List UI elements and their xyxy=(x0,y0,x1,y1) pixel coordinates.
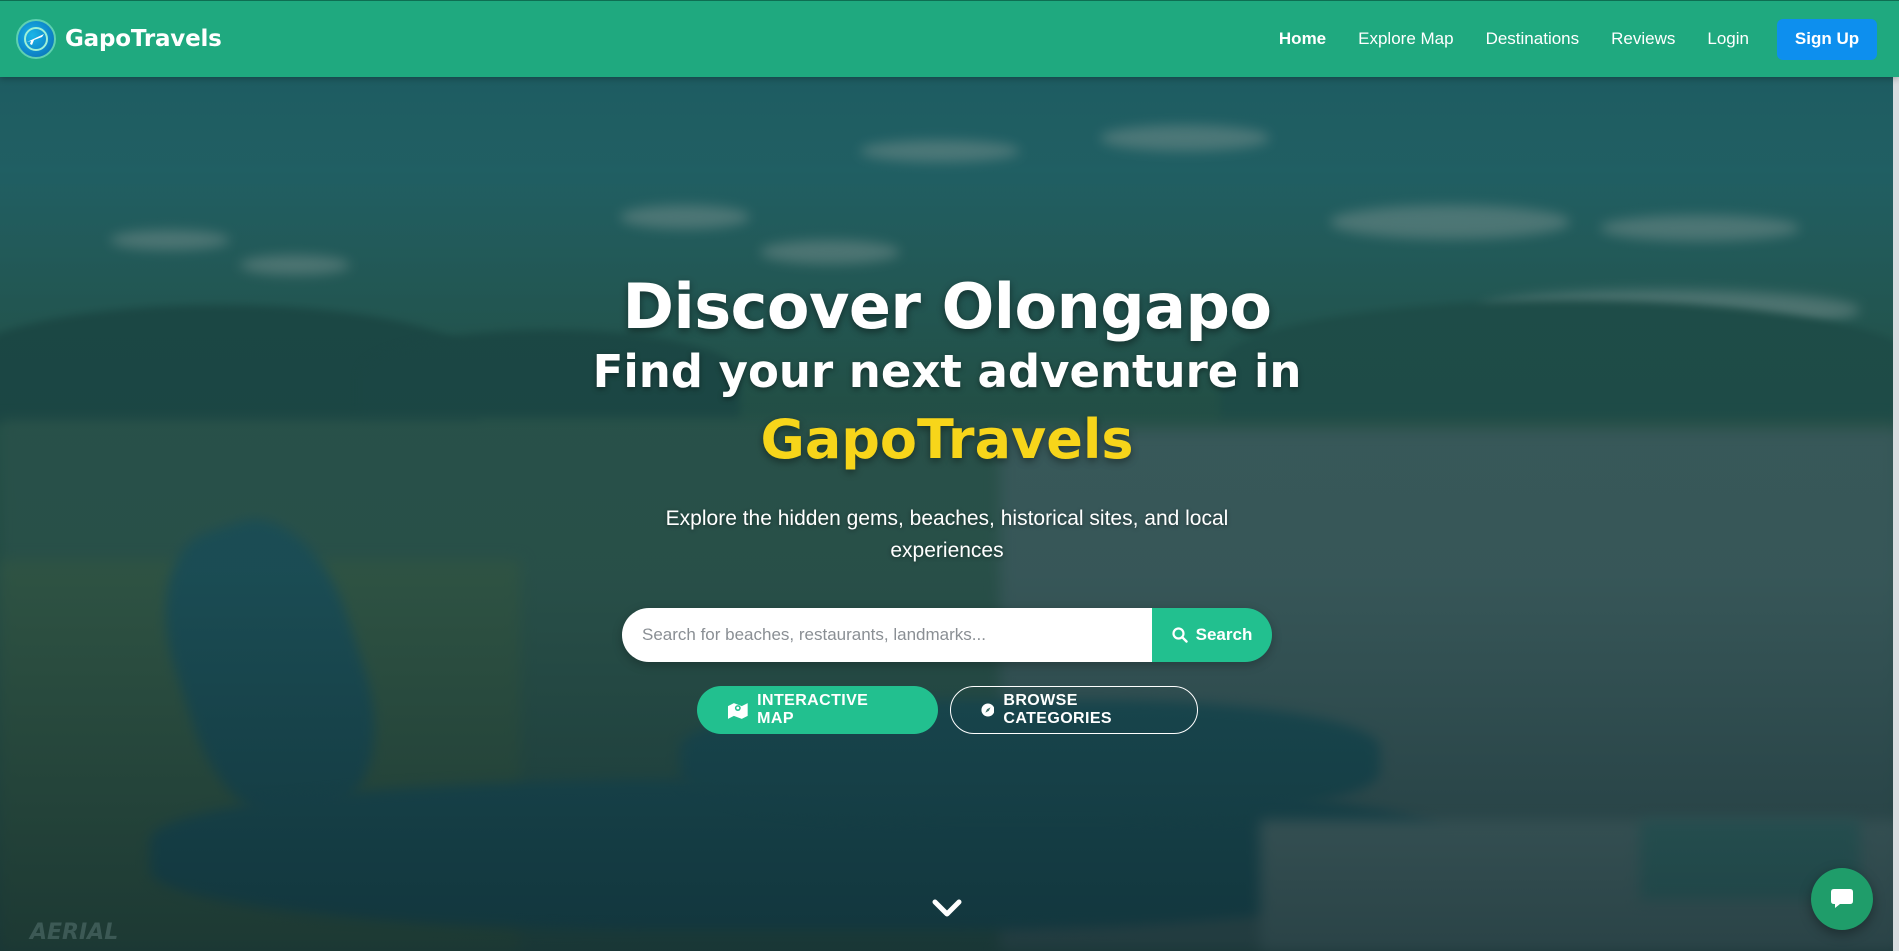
hero-brand-highlight: GapoTravels xyxy=(760,408,1134,471)
browse-categories-label: BROWSE CATEGORIES xyxy=(1003,692,1112,727)
brand-link[interactable]: GapoTravels xyxy=(16,19,222,59)
airplane-globe-icon xyxy=(16,19,56,59)
interactive-map-label: INTERACTIVE MAP xyxy=(757,692,869,727)
scrollbar-track[interactable] xyxy=(1893,77,1899,951)
chat-bubble-icon xyxy=(1831,889,1853,908)
hero-description: Explore the hidden gems, beaches, histor… xyxy=(665,507,1229,562)
hero-subtitle: Find your next adventure in xyxy=(592,345,1302,398)
navbar: GapoTravels Home Explore Map Destination… xyxy=(0,0,1899,77)
nav-login-link[interactable]: Login xyxy=(1707,29,1749,49)
signup-button[interactable]: Sign Up xyxy=(1777,18,1877,60)
cta-row: INTERACTIVE MAP BROWSE CATEGORIES xyxy=(0,686,1894,734)
video-watermark: AERIAL xyxy=(30,920,119,945)
search-bar: Search xyxy=(622,608,1272,662)
chevron-down-icon xyxy=(932,899,962,917)
nav-links: Home Explore Map Destinations Reviews Lo… xyxy=(1247,18,1877,60)
browse-categories-button[interactable]: BROWSE CATEGORIES xyxy=(949,686,1198,734)
search-input[interactable] xyxy=(622,608,1152,662)
search-button[interactable]: Search xyxy=(1152,608,1272,662)
map-icon xyxy=(727,703,748,719)
chat-button[interactable] xyxy=(1811,868,1873,930)
search-icon xyxy=(1172,627,1188,643)
scroll-down-button[interactable] xyxy=(930,896,964,922)
nav-destinations-link[interactable]: Destinations xyxy=(1486,29,1580,49)
nav-reviews-link[interactable]: Reviews xyxy=(1611,29,1675,49)
hero-overlay xyxy=(0,0,1899,951)
nav-home-link[interactable]: Home xyxy=(1279,29,1326,49)
interactive-map-button[interactable]: INTERACTIVE MAP xyxy=(696,686,938,734)
nav-explore-map-link[interactable]: Explore Map xyxy=(1358,29,1453,49)
compass-icon xyxy=(980,703,994,717)
brand-name: GapoTravels xyxy=(65,26,222,52)
hero-title: Discover Olongapo xyxy=(622,270,1272,343)
search-button-label: Search xyxy=(1195,625,1253,644)
